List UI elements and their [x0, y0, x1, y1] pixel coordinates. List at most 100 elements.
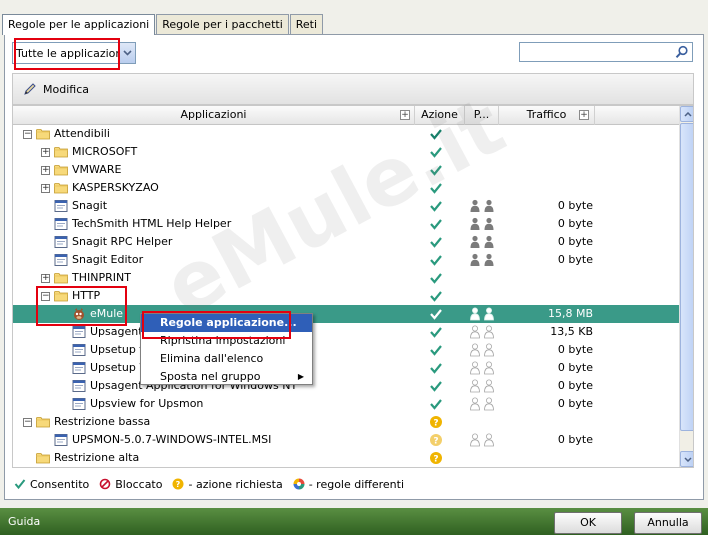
users-icon[interactable] [469, 199, 499, 213]
allowed-check-icon[interactable] [429, 163, 443, 177]
allowed-check-icon[interactable] [429, 343, 443, 357]
row-name-cell: Snagit [41, 197, 107, 215]
ok-button[interactable]: OK [554, 512, 622, 534]
allowed-check-icon[interactable] [429, 379, 443, 393]
allowed-check-icon[interactable] [429, 253, 443, 267]
collapse-icon[interactable]: − [23, 129, 32, 139]
legend-different: - regole differenti [308, 477, 405, 491]
table-row[interactable]: Upsview for Upsmon 0 byte [13, 395, 679, 413]
row-label: THINPRINT [72, 271, 131, 284]
tab-packet-rules[interactable]: Regole per i pacchetti [156, 14, 289, 34]
vertical-scrollbar[interactable] [679, 106, 693, 467]
menu-item-reset-settings[interactable]: Ripristina impostazioni [141, 332, 312, 350]
users-icon[interactable] [469, 361, 499, 375]
column-header-action[interactable]: Azione [415, 106, 465, 125]
column-header-applications[interactable]: Applicazioni [13, 106, 415, 125]
ask-icon[interactable]: ? [429, 451, 443, 465]
expand-icon[interactable]: + [41, 165, 50, 175]
edit-button[interactable]: Modifica [43, 83, 89, 96]
row-label: Snagit [72, 199, 108, 212]
table-row[interactable]: + KASPERSKYZAO [13, 179, 679, 197]
row-traffic: 15,8 MB [547, 307, 593, 320]
table-row[interactable]: eMule 15,8 MB [13, 305, 679, 323]
ask-icon[interactable]: ? [429, 415, 443, 429]
users-icon[interactable] [469, 235, 499, 249]
allowed-check-icon[interactable] [429, 361, 443, 375]
row-name-cell: − HTTP [41, 287, 100, 305]
scroll-up-button[interactable] [680, 106, 693, 122]
ask-icon[interactable]: ? [429, 433, 443, 447]
allowed-check-icon[interactable] [429, 217, 443, 231]
tab-networks[interactable]: Reti [289, 14, 324, 34]
row-name-cell: eMule [59, 305, 123, 323]
search-box [519, 42, 693, 62]
allowed-check-icon[interactable] [429, 235, 443, 249]
users-icon[interactable] [469, 397, 499, 411]
row-traffic: 0 byte [557, 343, 593, 356]
table-row[interactable]: + VMWARE [13, 161, 679, 179]
table-row[interactable]: Upsagent Application for Windows NT 0 byt… [13, 377, 679, 395]
search-icon[interactable] [675, 45, 689, 59]
menu-item-application-rules[interactable]: Regole applicazione... [141, 314, 312, 332]
allowed-check-icon[interactable] [429, 271, 443, 285]
expand-icon[interactable]: + [41, 183, 50, 193]
search-input[interactable] [520, 43, 670, 61]
column-expand-icon[interactable]: + [579, 110, 589, 120]
collapse-icon[interactable]: − [41, 291, 50, 301]
table-row[interactable]: − Attendibili [13, 125, 679, 143]
table-row[interactable]: Upsetup for Windows NT0 byte [13, 341, 679, 359]
table-row[interactable]: Upsagent service 13,5 KB [13, 323, 679, 341]
allowed-check-icon[interactable] [429, 127, 443, 141]
table-row[interactable]: − Restrizione bassa? [13, 413, 679, 431]
table-row[interactable]: + MICROSOFT [13, 143, 679, 161]
application-window-icon [54, 434, 68, 446]
row-name-cell: Upsview for Upsmon [59, 395, 203, 413]
pencil-icon [24, 83, 36, 95]
table-row[interactable]: UPSMON-5.0.7-WINDOWS-INTEL.MSI? 0 byte [13, 431, 679, 449]
column-expand-icon[interactable]: + [400, 110, 410, 120]
expand-icon[interactable]: + [41, 273, 50, 283]
column-header-p[interactable]: P... [465, 106, 499, 125]
users-icon[interactable] [469, 343, 499, 357]
row-name-cell: Snagit Editor [41, 251, 143, 269]
cancel-button[interactable]: Annulla [634, 512, 702, 534]
allowed-check-icon[interactable] [429, 397, 443, 411]
table-row[interactable]: TechSmith HTML Help Helper 0 byte [13, 215, 679, 233]
tab-application-rules[interactable]: Regole per le applicazioni [2, 14, 156, 35]
collapse-icon[interactable]: − [23, 417, 32, 427]
application-window-icon [72, 380, 86, 392]
table-row[interactable]: Snagit RPC Helper 0 byte [13, 233, 679, 251]
svg-text:?: ? [433, 455, 438, 465]
users-icon[interactable] [469, 325, 499, 339]
menu-item-remove-from-list[interactable]: Elimina dall'elenco [141, 350, 312, 368]
users-icon[interactable] [469, 433, 499, 447]
scroll-down-button[interactable] [680, 451, 693, 467]
svg-text:?: ? [433, 419, 438, 429]
application-filter-select[interactable]: Tutte le applicazioni [12, 42, 136, 64]
table-row[interactable]: Upsetup Wizard 0 byte [13, 359, 679, 377]
allowed-check-icon[interactable] [429, 325, 443, 339]
grid-header: Applicazioni + Azione P... Traffico + [13, 106, 679, 125]
chevron-down-icon[interactable] [119, 43, 135, 63]
users-icon[interactable] [469, 307, 499, 321]
allowed-check-icon[interactable] [429, 289, 443, 303]
table-row[interactable]: − HTTP [13, 287, 679, 305]
allowed-check-icon[interactable] [429, 181, 443, 195]
table-row[interactable]: Snagit Editor 0 byte [13, 251, 679, 269]
scroll-thumb[interactable] [680, 123, 693, 431]
allowed-check-icon[interactable] [429, 145, 443, 159]
table-row[interactable]: Snagit 0 byte [13, 197, 679, 215]
table-row[interactable]: Restrizione alta? [13, 449, 679, 467]
legend: Consentito Bloccato ? - azione richiesta… [14, 476, 414, 492]
row-name-cell: + KASPERSKYZAO [41, 179, 159, 197]
help-link[interactable]: Guida [8, 515, 40, 528]
menu-item-move-to-group[interactable]: Sposta nel gruppo ▶ [141, 368, 312, 386]
application-rules-grid: Applicazioni + Azione P... Traffico + − A… [12, 105, 694, 468]
expand-icon[interactable]: + [41, 147, 50, 157]
users-icon[interactable] [469, 379, 499, 393]
allowed-check-icon[interactable] [429, 199, 443, 213]
allowed-check-icon[interactable] [429, 307, 443, 321]
users-icon[interactable] [469, 253, 499, 267]
table-row[interactable]: + THINPRINT [13, 269, 679, 287]
users-icon[interactable] [469, 217, 499, 231]
